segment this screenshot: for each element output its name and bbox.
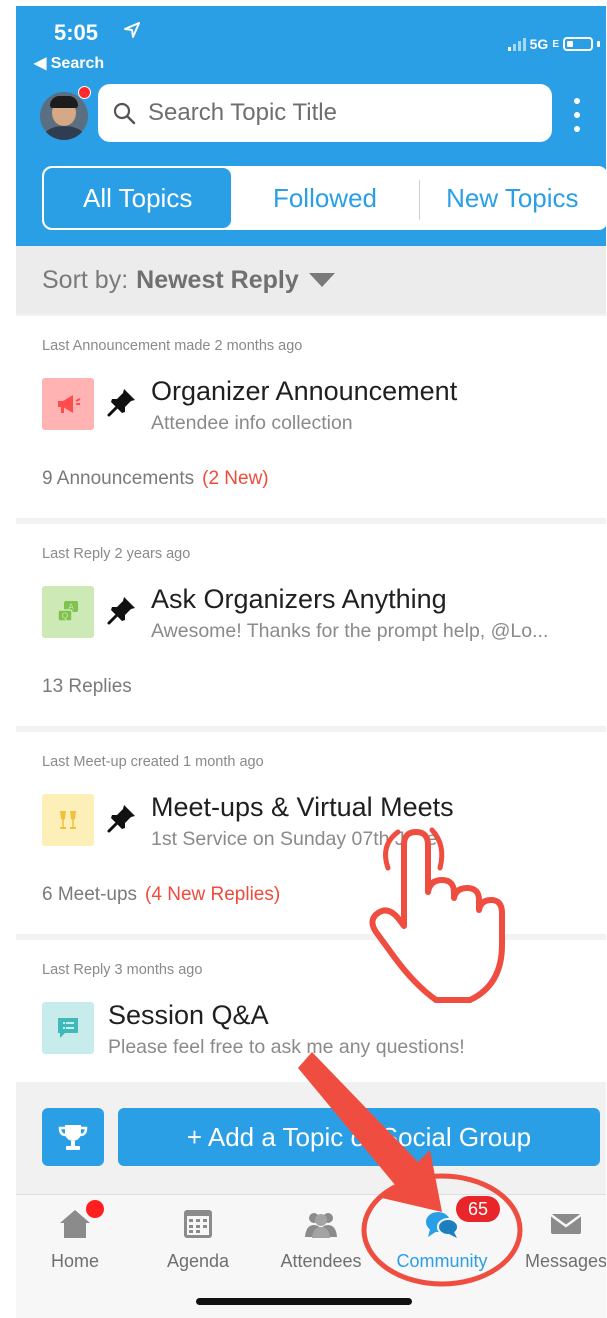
sort-value: Newest Reply [136,265,299,294]
tab-home[interactable]: Home [20,1207,130,1277]
svg-text:Q: Q [62,612,68,621]
leaderboard-button[interactable] [42,1108,104,1166]
sort-prefix: Sort by: [42,265,129,294]
trophy-icon [58,1125,88,1150]
avatar[interactable] [40,92,88,140]
home-indicator [196,1298,412,1305]
pin-icon [107,597,135,625]
topic-meta: Last Meet-up created 1 month ago [42,754,264,770]
topic-subtitle: Attendee info collection [151,412,353,434]
topic-title: Meet-ups & Virtual Meets [151,792,454,822]
topic-subtitle: 1st Service on Sunday 07th June. [151,828,443,850]
topic-title: Ask Organizers Anything [151,584,447,614]
people-icon [305,1213,337,1238]
toast-icon [42,794,94,846]
topic-subtitle: Please feel free to ask me any questions… [108,1036,465,1058]
location-arrow-icon [124,22,140,38]
status-indicators: 5G E [507,36,600,52]
tab-label: Community [396,1251,488,1271]
tab-label: Home [50,1251,99,1271]
battery-cap [597,41,600,47]
topic-meta: Last Reply 3 months ago [42,962,203,978]
sort-selector[interactable]: Sort by: Newest Reply [16,246,606,314]
network-e-icon: E [552,38,559,50]
tab-label: Messages [524,1251,606,1271]
new-count: (4 New Replies) [145,884,281,905]
mail-icon [550,1213,582,1234]
topic-filter-tabs: All Topics Followed New Topics [42,166,606,230]
topic-title: Organizer Announcement [151,376,458,406]
tab-agenda[interactable]: Agenda [143,1207,253,1277]
topic-subtitle: Awesome! Thanks for the prompt help, @Lo… [151,620,549,642]
megaphone-icon [42,378,94,430]
tab-followed[interactable]: Followed [231,168,418,228]
back-label: Search [50,55,105,72]
caret-down-icon [308,273,335,287]
chat-list-icon [42,1002,94,1054]
add-topic-button[interactable]: + Add a Topic or Social Group [118,1108,600,1166]
signal-icon [507,37,526,51]
topic-title: Session Q&A [108,1000,269,1030]
tab-label: Agenda [166,1251,230,1271]
topic-card-organizer-announcement[interactable]: Last Announcement made 2 months ago Orga… [16,316,606,518]
topic-count: 9 Announcements (2 New) [42,468,269,489]
svg-text:A: A [68,603,74,612]
tab-all-topics[interactable]: All Topics [44,168,232,228]
new-count: (2 New) [202,468,269,489]
tab-label: Attendees [280,1251,362,1271]
community-icon [426,1212,459,1238]
search-input[interactable] [148,99,528,127]
pin-icon [107,805,135,833]
status-time: 5:05 [54,20,99,45]
search-box[interactable] [98,84,552,142]
tab-messages[interactable]: Messages [511,1207,606,1277]
topic-count: 13 Replies [42,676,132,697]
topic-meta: Last Reply 2 years ago [42,546,191,562]
network-label: 5G [529,36,549,52]
more-options-icon[interactable] [572,98,582,132]
qa-icon: AQ [42,586,94,638]
tab-attendees[interactable]: Attendees [266,1207,376,1277]
tab-new-topics[interactable]: New Topics [418,168,606,228]
community-badge: 65 [456,1196,500,1222]
calendar-icon [184,1210,212,1238]
back-to-search-link[interactable]: ◀ Search [34,53,104,73]
pin-icon [107,389,135,417]
topic-count: 6 Meet-ups (4 New Replies) [42,884,281,905]
home-notification-dot [86,1200,104,1218]
search-icon [113,102,136,125]
app-screen: 5:05 ◀ Search 5G E All Topics Followed N… [16,6,606,1318]
avatar-notification-dot [78,86,91,99]
battery-icon [563,37,593,51]
header: 5:05 ◀ Search 5G E All Topics Followed N… [16,6,606,246]
topic-card-meetups[interactable]: Last Meet-up created 1 month ago Meet-up… [16,732,606,934]
topic-card-ask-organizers[interactable]: Last Reply 2 years ago AQ Ask Organizers… [16,524,606,726]
topic-meta: Last Announcement made 2 months ago [42,338,303,354]
